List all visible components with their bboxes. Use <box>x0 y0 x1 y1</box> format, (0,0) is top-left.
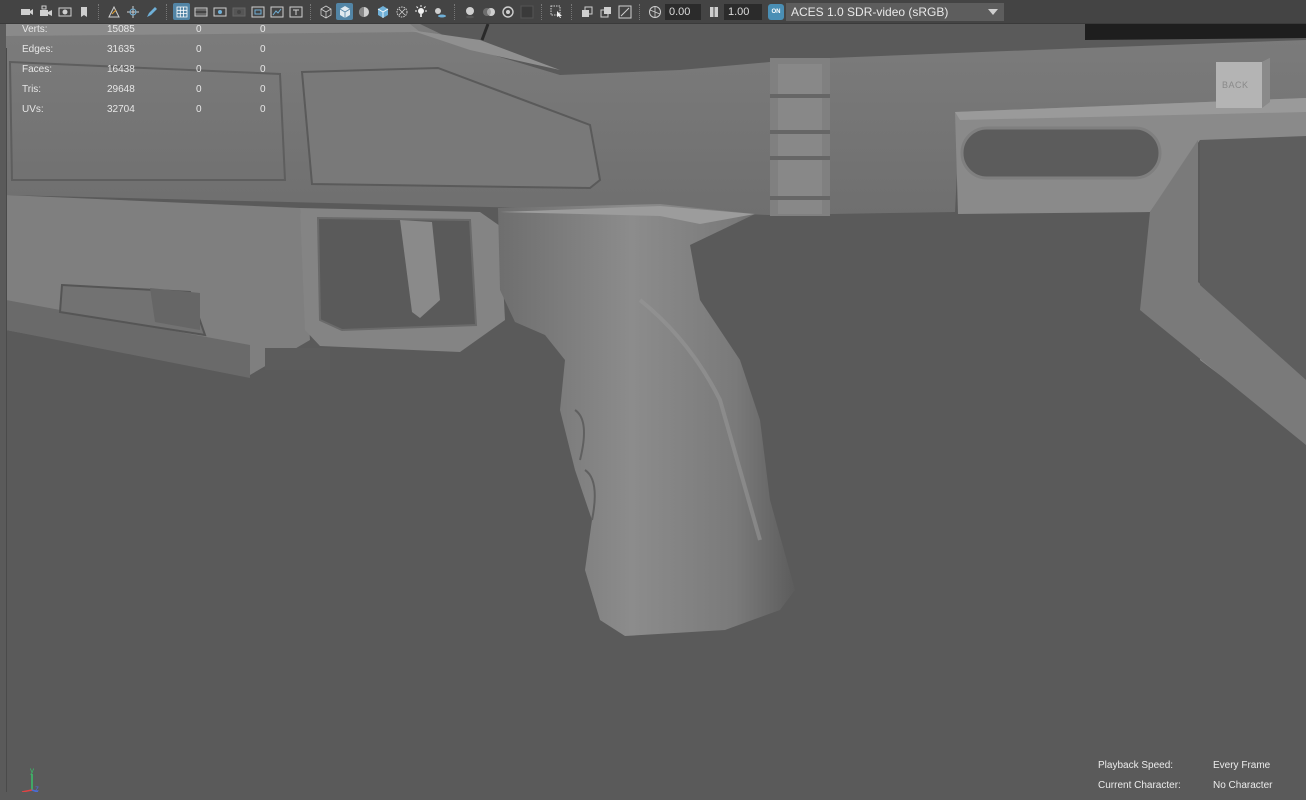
playback-speed-label: Playback Speed: <box>1098 760 1174 771</box>
toolbar-separator <box>639 3 642 20</box>
grid-toggle-icon[interactable] <box>173 3 190 20</box>
motion-blur-icon[interactable] <box>480 3 497 20</box>
current-character-row: Current Character: No Character <box>1098 780 1298 800</box>
toolbar-separator <box>98 3 101 20</box>
hud-value: 0 <box>260 64 266 75</box>
gate-mask-icon[interactable] <box>230 3 247 20</box>
axis-gizmo: y z <box>21 766 39 792</box>
image-plane-icon[interactable] <box>105 3 122 20</box>
exposure-field[interactable]: 0.00 <box>665 3 701 20</box>
playback-speed-row: Playback Speed: Every Frame <box>1098 760 1298 780</box>
xray-active-components-icon[interactable] <box>597 3 614 20</box>
hud-value: 0 <box>196 104 202 115</box>
film-gate-icon[interactable] <box>192 3 209 20</box>
isolate-select-icon[interactable] <box>548 3 565 20</box>
toolbar-separator <box>310 3 313 20</box>
playback-speed-value: Every Frame <box>1213 760 1271 771</box>
hud-value: 0 <box>196 24 202 35</box>
resolution-gate-icon[interactable] <box>211 3 228 20</box>
viewport-panel-toolbar: 0.00 1.00 ON ACES 1.0 SDR-video (sRGB) <box>0 0 1306 24</box>
view-cube-face-label: BACK <box>1222 80 1249 90</box>
exposure-icon[interactable] <box>646 3 663 20</box>
hud-value: 0 <box>196 44 202 55</box>
hud-value: 0 <box>260 24 266 35</box>
hud-value: 15085 <box>107 24 135 35</box>
view-transform-value: ACES 1.0 SDR-video (sRGB) <box>791 4 949 19</box>
hud-row-faces: Faces: 16438 0 0 <box>0 64 290 78</box>
wireframe-icon[interactable] <box>317 3 334 20</box>
chevron-down-icon <box>982 3 1004 21</box>
hud-value: 0 <box>260 84 266 95</box>
gamma-icon[interactable] <box>705 3 722 20</box>
axis-y-label: y <box>30 766 34 775</box>
current-character-label: Current Character: <box>1098 780 1181 791</box>
toolbar-separator <box>571 3 574 20</box>
hud-value: 0 <box>196 84 202 95</box>
hud-value: 0 <box>196 64 202 75</box>
hud-label: Edges: <box>22 44 54 55</box>
depth-of-field-icon[interactable] <box>518 3 535 20</box>
viewport-border <box>6 48 7 792</box>
hud-value: 31635 <box>107 44 135 55</box>
safe-title-icon[interactable] <box>287 3 304 20</box>
field-chart-icon[interactable] <box>249 3 266 20</box>
default-material-icon[interactable] <box>355 3 372 20</box>
use-all-lights-icon[interactable] <box>412 3 429 20</box>
hud-value: 29648 <box>107 84 135 95</box>
shadows-icon[interactable] <box>431 3 448 20</box>
gamma-field[interactable]: 1.00 <box>724 3 762 20</box>
hud-value: 32704 <box>107 104 135 115</box>
view-transform-dropdown[interactable]: ACES 1.0 SDR-video (sRGB) <box>786 2 1004 21</box>
toolbar-separator <box>454 3 457 20</box>
rifle-model-render <box>6 24 1306 636</box>
xray-joints-icon[interactable] <box>578 3 595 20</box>
hud-row-uvs: UVs: 32704 0 0 <box>0 104 290 118</box>
axis-z-label: z <box>35 784 39 792</box>
multisample-aa-icon[interactable] <box>499 3 516 20</box>
hud-label: Verts: <box>22 24 48 35</box>
screen-space-ao-icon[interactable] <box>461 3 478 20</box>
toolbar-separator <box>541 3 544 20</box>
hud-label: Tris: <box>22 84 42 95</box>
bookmark-icon[interactable] <box>75 3 92 20</box>
hud-row-verts: Verts: 15085 0 0 <box>0 24 290 38</box>
hud-value: 16438 <box>107 64 135 75</box>
hud-row-edges: Edges: 31635 0 0 <box>0 44 290 58</box>
hud-label: UVs: <box>22 104 44 115</box>
current-character-value: No Character <box>1213 780 1273 791</box>
hud-row-tris: Tris: 29648 0 0 <box>0 84 290 98</box>
camera-attributes-icon[interactable] <box>56 3 73 20</box>
camera-select-icon[interactable] <box>18 3 35 20</box>
safe-action-icon[interactable] <box>268 3 285 20</box>
playback-info-hud: Playback Speed: Every Frame Current Char… <box>1098 760 1298 800</box>
grease-pencil-icon[interactable] <box>143 3 160 20</box>
wireframe-on-shaded-icon[interactable] <box>374 3 391 20</box>
xray-icon[interactable] <box>393 3 410 20</box>
camera-lock-icon[interactable] <box>37 3 54 20</box>
backface-culling-icon[interactable] <box>616 3 633 20</box>
3d-viewport[interactable] <box>0 24 1306 792</box>
smooth-shade-icon[interactable] <box>336 3 353 20</box>
color-management-toggle[interactable]: ON <box>768 3 784 20</box>
hud-label: Faces: <box>22 64 53 75</box>
hud-value: 0 <box>260 44 266 55</box>
2d-pan-zoom-icon[interactable] <box>124 3 141 20</box>
toolbar-separator <box>166 3 169 20</box>
hud-value: 0 <box>260 104 266 115</box>
